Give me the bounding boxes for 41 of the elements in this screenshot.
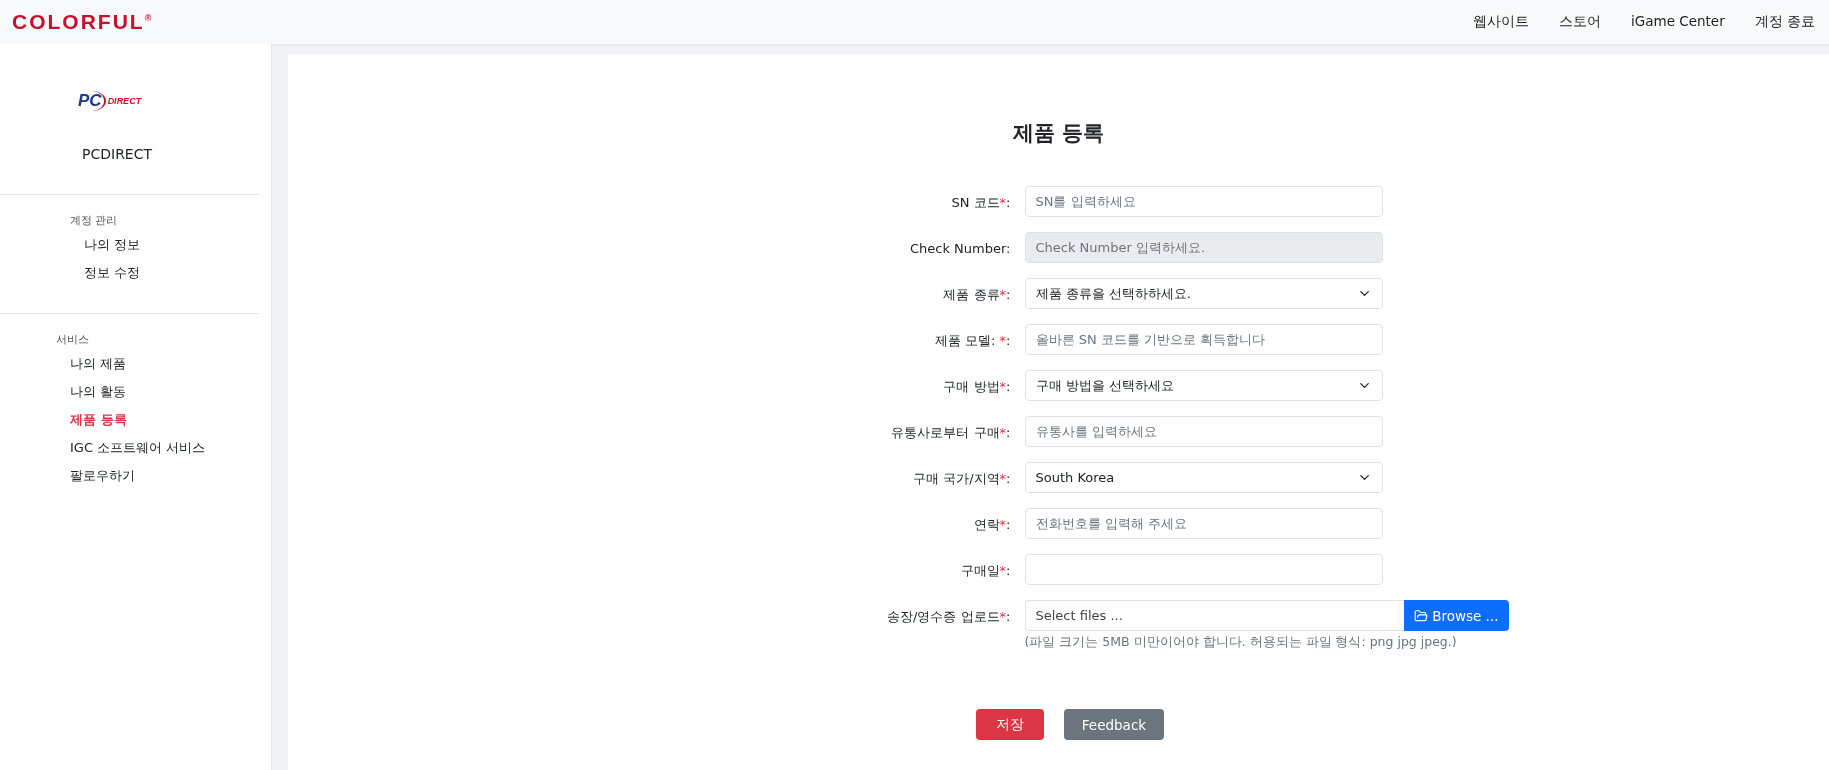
sidebar-item[interactable]: 나의 활동 <box>70 378 127 406</box>
field-label: 유통사로부터 구매*: <box>890 424 1011 442</box>
input-field[interactable]: 유통사를 입력하세요 <box>1024 416 1383 447</box>
nav-link[interactable]: iGame Center <box>1631 13 1725 31</box>
feedback-button[interactable]: Feedback <box>1063 709 1165 740</box>
input-field[interactable]: 전화번호를 입력해 주세요 <box>1024 508 1383 539</box>
select-field[interactable]: South Korea <box>1024 462 1383 493</box>
group-title: 서비스 <box>56 332 90 348</box>
store-name: PCDIRECT <box>82 146 154 164</box>
input-field[interactable]: 올바른 SN 코드를 기반으로 획득합니다 <box>1024 324 1383 355</box>
sidebar-item[interactable]: 팔로우하기 <box>70 462 135 490</box>
input-field[interactable]: SN를 입력하세요 <box>1024 186 1383 217</box>
select-field[interactable]: 제품 종류을 선택하하세요. <box>1024 278 1383 309</box>
sidebar-item[interactable]: 나의 정보 <box>84 231 141 259</box>
input-field[interactable] <box>1024 554 1383 585</box>
field-label: 제품 모델: *: <box>933 332 1011 350</box>
sidebar-item[interactable]: 제품 등록 <box>70 406 127 434</box>
field-label: Check Number: <box>909 240 1011 258</box>
brand-logo[interactable]: COLORFUL$^{®}$ <box>12 10 152 34</box>
field-label: 구매 국가/지역*: <box>912 470 1011 488</box>
nav-link[interactable]: 계정 종료 <box>1754 13 1815 31</box>
field-label: 송장/영수증 업로드*: <box>886 608 1011 626</box>
nav-link[interactable]: 웹사이트 <box>1473 13 1530 31</box>
group-title: 계정 관리 <box>70 213 119 229</box>
sidebar-item[interactable]: 정보 수정 <box>84 259 141 287</box>
save-button[interactable]: 저장 <box>975 709 1044 740</box>
field-label: 구매일*: <box>959 562 1011 580</box>
browse-button[interactable]: Browse ... <box>1404 600 1509 631</box>
sidebar-item[interactable]: 나의 제품 <box>70 350 127 378</box>
field-label: SN 코드*: <box>950 194 1011 212</box>
field-label: 구매 방법*: <box>942 378 1011 396</box>
file-field[interactable]: Select files ... <box>1024 600 1405 631</box>
select-field[interactable]: 구매 방법을 선택하세요 <box>1024 370 1383 401</box>
sidebar-item[interactable]: IGC 소프트웨어 서비스 <box>70 434 206 462</box>
nav-link[interactable]: 스토어 <box>1559 13 1602 31</box>
page-title: 제품 등록 <box>1012 120 1105 147</box>
field-label: 제품 종류*: <box>942 286 1011 304</box>
store-logo: PC DIRECT <box>78 90 142 112</box>
file-hint: (파일 크기는 5MB 미만이어야 합니다. 허용되는 파일 형식: png jpg jpeg.) <box>1024 634 1458 651</box>
folder-icon <box>1414 608 1429 623</box>
field-label: 연락*: <box>972 516 1011 534</box>
